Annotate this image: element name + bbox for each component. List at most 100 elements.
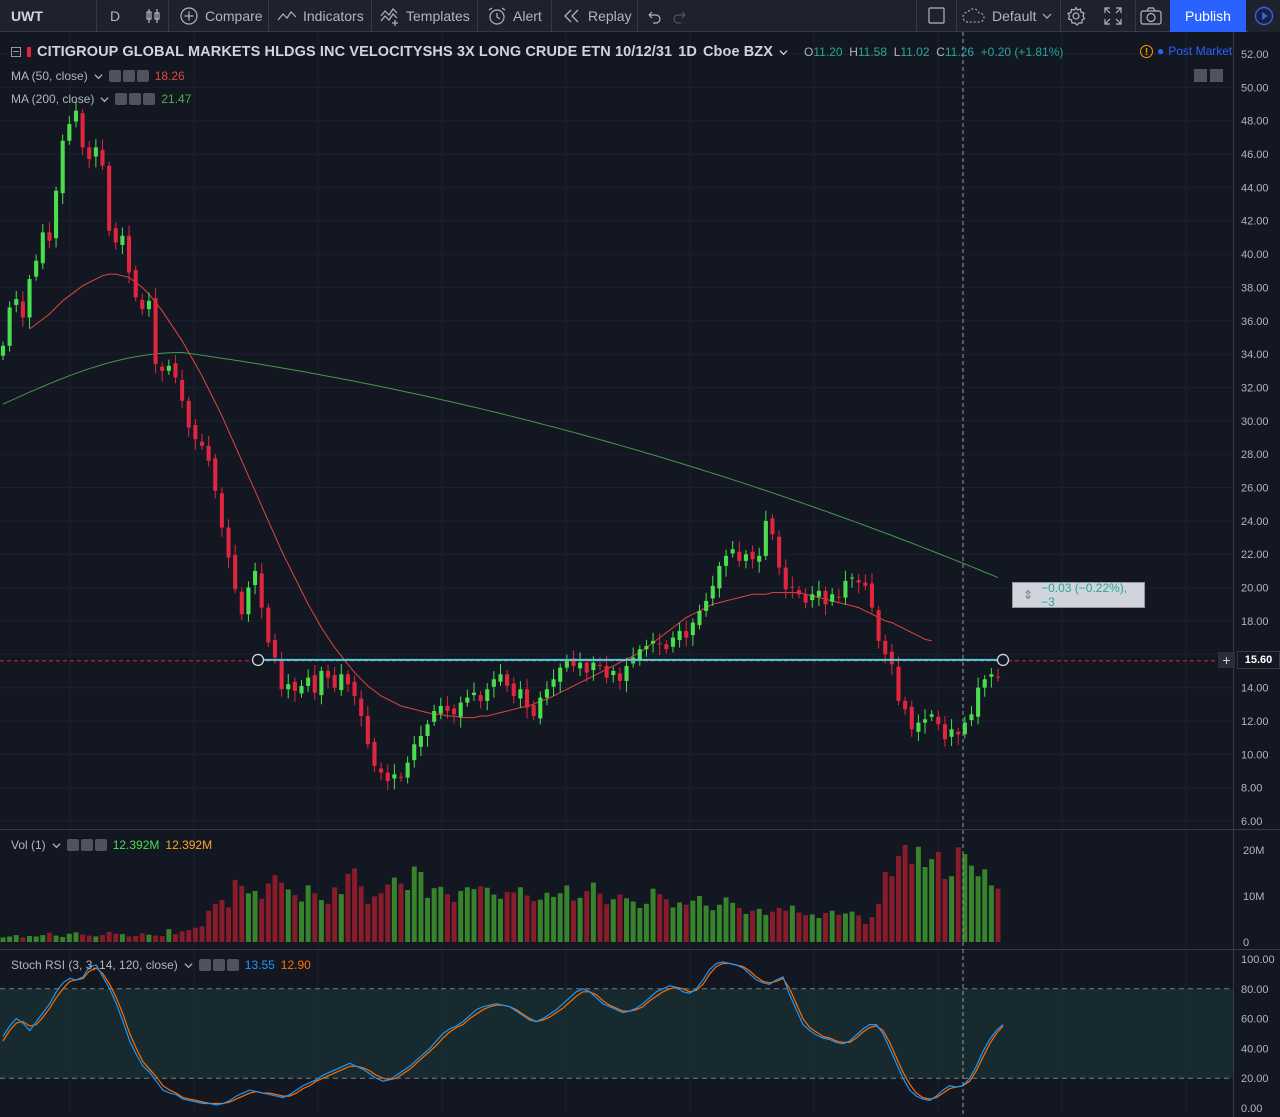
candle-body [432, 710, 437, 722]
layout-button[interactable]: Default [962, 0, 1052, 31]
candle-body [47, 232, 52, 241]
publish-button[interactable]: Publish [1170, 0, 1246, 32]
candle-body [730, 549, 735, 554]
volume-bar [305, 885, 311, 942]
price-tick: 44.00 [1241, 182, 1269, 194]
volume-bar [876, 903, 882, 942]
post-market-indicator[interactable]: ! ● Post Market [1140, 44, 1232, 58]
interval-button[interactable]: D [110, 0, 120, 31]
price-tick: 20.00 [1241, 583, 1269, 595]
legend-actions[interactable] [66, 839, 107, 851]
stoch-tick: 60.00 [1241, 1014, 1269, 1026]
fullscreen-layout-button[interactable] [928, 0, 945, 31]
symbol-search[interactable]: UWT [11, 0, 43, 31]
undo-button[interactable] [645, 0, 661, 31]
chevron-down-icon [94, 73, 103, 79]
volume-bar [988, 885, 994, 942]
candle-body [936, 716, 941, 725]
compare-button[interactable]: Compare [179, 0, 263, 31]
snapshot-button[interactable] [1140, 0, 1162, 31]
volume-bar [471, 889, 477, 942]
volume-legend[interactable]: Vol (1) 12.392M 12.392M [11, 838, 212, 852]
volume-bar [425, 897, 431, 942]
volume-bar [769, 911, 775, 942]
candle-body [352, 681, 357, 696]
volume-bar [146, 934, 152, 942]
price-tick: 50.00 [1241, 82, 1269, 94]
chart-type-button[interactable] [144, 0, 162, 31]
volume-bar [166, 929, 172, 942]
replay-button[interactable]: Replay [562, 0, 632, 31]
candle-body [750, 551, 755, 560]
publish-label: Publish [1185, 8, 1231, 24]
stoch-k-value: 13.55 [244, 958, 275, 972]
candle-body [485, 689, 490, 701]
indicators-button[interactable]: Indicators [277, 0, 364, 31]
candle-body [657, 643, 662, 645]
ohlc-values: O11.20 H11.58 L11.02 C11.26 +0.20 (+1.81… [804, 45, 1064, 59]
chart-canvas[interactable]: 6.008.0010.0012.0014.0016.0018.0020.0022… [0, 32, 1280, 1117]
candle-body [976, 687, 981, 717]
candle-body [796, 590, 802, 595]
stoch-tick: 20.00 [1241, 1073, 1269, 1085]
ma50-label: MA (50, close) [11, 69, 88, 83]
volume-bar [949, 876, 955, 942]
candle-body [0, 345, 6, 356]
horizontal-line-price-label: 15.60 [1237, 651, 1280, 669]
add-alert-plus-button[interactable]: + [1218, 652, 1235, 668]
candle-body [677, 630, 682, 641]
interval-label[interactable]: D [110, 8, 120, 24]
volume-bar [325, 903, 331, 942]
stoch-tick: 0.00 [1241, 1103, 1262, 1115]
stoch-legend[interactable]: Stoch RSI (3, 3, 14, 120, close) 13.55 1… [11, 958, 311, 972]
play-button[interactable] [1248, 0, 1280, 32]
collapse-icon[interactable] [11, 47, 21, 57]
volume-bar [650, 888, 656, 942]
candle-body [266, 607, 271, 643]
candle-body [100, 149, 105, 166]
volume-bar [723, 897, 729, 942]
settings-button[interactable] [1066, 0, 1086, 31]
candle-body [186, 400, 191, 428]
candle-body [412, 744, 417, 761]
candle-body [87, 147, 92, 160]
legend-actions[interactable] [198, 959, 239, 971]
redo-button[interactable] [673, 0, 689, 31]
symbol-name[interactable]: UWT [11, 8, 43, 24]
volume-bar [730, 902, 736, 942]
legend-actions[interactable] [115, 93, 156, 105]
candle-body [180, 379, 185, 401]
indicators-icon [277, 10, 297, 20]
volume-bar [524, 895, 530, 942]
ma50-legend[interactable]: MA (50, close) 18.26 [11, 69, 185, 83]
price-tick: 48.00 [1241, 116, 1269, 128]
maximize-icon [1210, 69, 1223, 82]
candle-body [757, 555, 762, 562]
measure-icon: ⇕ [1023, 588, 1034, 602]
candle-body [239, 591, 244, 615]
volume-bar [259, 898, 265, 942]
pane-controls[interactable] [1194, 69, 1223, 82]
alert-button[interactable]: Alert [487, 0, 542, 31]
settings-icon [129, 93, 142, 105]
volume-bar [982, 869, 988, 942]
ma200-legend[interactable]: MA (200, close) 21.47 [11, 92, 191, 106]
volume-bar [292, 895, 298, 942]
volume-bar [590, 882, 596, 942]
candle-body [398, 776, 404, 778]
templates-button[interactable]: Templates [380, 0, 470, 31]
eye-icon [108, 70, 121, 82]
exchange-label[interactable]: Cboe BZX [703, 44, 773, 60]
volume-bar [285, 889, 291, 942]
price-tick: 42.00 [1241, 216, 1269, 228]
candle-body [956, 731, 961, 735]
volume-bar [637, 907, 643, 942]
candle-body [710, 585, 715, 599]
candle-body [60, 140, 65, 194]
candle-body [617, 673, 622, 681]
price-tick: 18.00 [1241, 616, 1269, 628]
fullscreen-button[interactable] [1103, 0, 1123, 31]
price-tick: 32.00 [1241, 382, 1269, 394]
legend-actions[interactable] [108, 70, 149, 82]
candle-body [425, 724, 430, 736]
